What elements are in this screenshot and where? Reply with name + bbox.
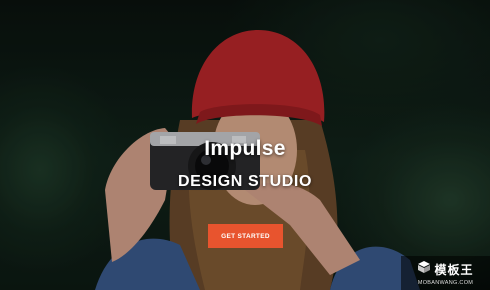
cube-logo-icon [417,260,431,279]
watermark-badge: 模板王 MOBANWANG.COM [401,256,490,290]
get-started-button[interactable]: GET STARTED [208,224,283,248]
hero-section: Impulse DESIGN STUDIO GET STARTED 模板王 MO… [0,0,490,290]
hero-subtitle: DESIGN STUDIO [177,173,313,190]
watermark-main-text: 模板王 [434,263,474,277]
hero-title: Impulse [204,137,286,160]
watermark-sub-text: MOBANWANG.COM [417,280,474,286]
